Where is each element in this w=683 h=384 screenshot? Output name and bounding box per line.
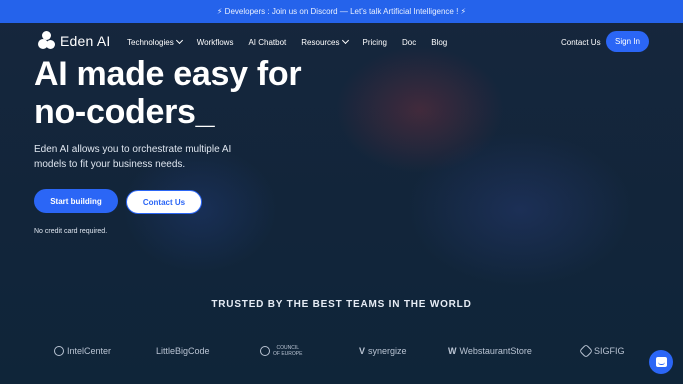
logo-text: IntelCenter bbox=[67, 346, 112, 356]
chevron-down-icon bbox=[175, 36, 183, 45]
nav-item-pricing[interactable]: Pricing bbox=[363, 38, 387, 47]
nav-item-label: Doc bbox=[401, 37, 417, 47]
chat-bubble-icon bbox=[655, 357, 667, 367]
hero-title: AI made easy for no-coders_ bbox=[34, 55, 364, 131]
announcement-bar[interactable]: ⚡ Developers : Join us on Discord — Let'… bbox=[0, 0, 683, 23]
stars-circle-icon bbox=[260, 346, 270, 356]
logo-text: LittleBigCode bbox=[156, 346, 210, 356]
contact-us-button[interactable]: Contact Us bbox=[126, 190, 202, 214]
nav-item-ai-chatbot[interactable]: AI Chatbot bbox=[248, 38, 286, 47]
nav-contact-link[interactable]: Contact Us bbox=[561, 38, 601, 47]
logo-text: OF EUROPE bbox=[273, 351, 303, 357]
littlebigcode-logo: LittleBigCode bbox=[156, 340, 210, 362]
hex-icon bbox=[578, 343, 594, 359]
trusted-heading: TRUSTED BY THE BEST TEAMS IN THE WORLD bbox=[211, 299, 472, 310]
nav-item-technologies[interactable]: Technologies bbox=[127, 36, 183, 47]
sigfig-logo: SIGFIG bbox=[578, 340, 625, 362]
webstaurant-logo: W WebstaurantStore bbox=[448, 340, 532, 362]
eden-logo-icon bbox=[38, 31, 55, 51]
chevron-down-icon bbox=[341, 36, 349, 45]
sign-in-button[interactable]: Sign In bbox=[606, 31, 649, 52]
no-credit-card-note: No credit card required. bbox=[34, 228, 108, 235]
nav-item-label: AI Chatbot bbox=[248, 37, 287, 47]
nav-item-workflows[interactable]: Workflows bbox=[197, 38, 234, 47]
nav-item-resources[interactable]: Resources bbox=[301, 36, 349, 47]
intelcenter-logo: IntelCenter bbox=[54, 340, 111, 362]
brand-name: Eden AI bbox=[60, 33, 111, 49]
synergize-logo: V synergize bbox=[359, 340, 407, 362]
nav-item-label: Workflows bbox=[196, 37, 234, 47]
nav-item-blog[interactable]: Blog bbox=[431, 38, 447, 47]
nav-item-doc[interactable]: Doc bbox=[402, 38, 416, 47]
start-building-button[interactable]: Start building bbox=[34, 189, 118, 213]
brand-logo[interactable]: Eden AI bbox=[38, 31, 110, 51]
logo-text-block: COUNCIL OF EUROPE bbox=[273, 345, 302, 357]
nav-item-label: Resources bbox=[301, 37, 340, 47]
logo-text: WebstaurantStore bbox=[459, 346, 532, 356]
chat-launcher-button[interactable] bbox=[649, 350, 673, 374]
w-mark-icon: W bbox=[448, 346, 457, 356]
announcement-text[interactable]: ⚡ Developers : Join us on Discord — Let'… bbox=[217, 7, 466, 16]
globe-icon bbox=[54, 346, 64, 356]
nav-item-label: Blog bbox=[431, 37, 448, 47]
nav-item-label: Technologies bbox=[127, 37, 174, 47]
v-mark-icon: V bbox=[359, 346, 366, 356]
customer-logos: IntelCenter LittleBigCode COUNCIL OF EUR… bbox=[0, 340, 683, 362]
logo-text: synergize bbox=[368, 346, 407, 356]
hero-title-line-1: AI made easy for bbox=[34, 55, 302, 93]
hero-description: Eden AI allows you to orchestrate multip… bbox=[34, 144, 232, 170]
logo-text: SIGFIG bbox=[594, 346, 625, 356]
hero-title-line-2: no-coders_ bbox=[34, 93, 215, 131]
nav-item-label: Pricing bbox=[362, 37, 387, 47]
council-of-europe-logo: COUNCIL OF EUROPE bbox=[260, 340, 302, 362]
